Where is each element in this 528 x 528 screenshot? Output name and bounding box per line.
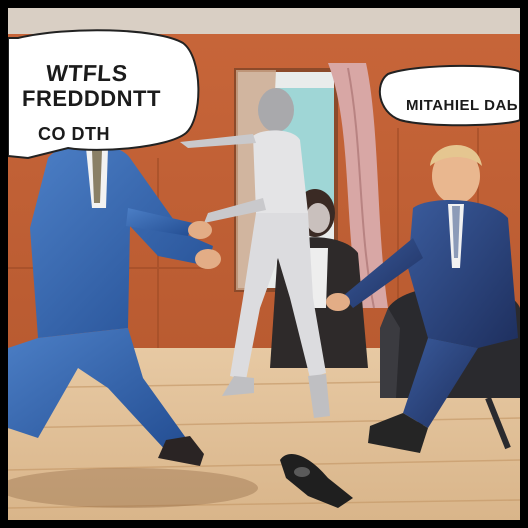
- bubble-left-line-1: WTFLS: [45, 60, 129, 86]
- speech-bubble-right: [379, 64, 520, 127]
- illustration-frame: WTFLS FREDDDNTT CO DTH MITAHIEL DAЬ: [0, 0, 528, 528]
- bubble-left-line-2: FREDDDNTT: [22, 86, 161, 111]
- comic-panel: WTFLS FREDDDNTT CO DTH MITAHIEL DAЬ: [8, 8, 520, 520]
- bubble-left-line-3: CO DTH: [38, 124, 110, 144]
- floor-shadow: [8, 468, 258, 508]
- bubble-right-line-1: MITAHIEL DAЬ: [406, 97, 519, 114]
